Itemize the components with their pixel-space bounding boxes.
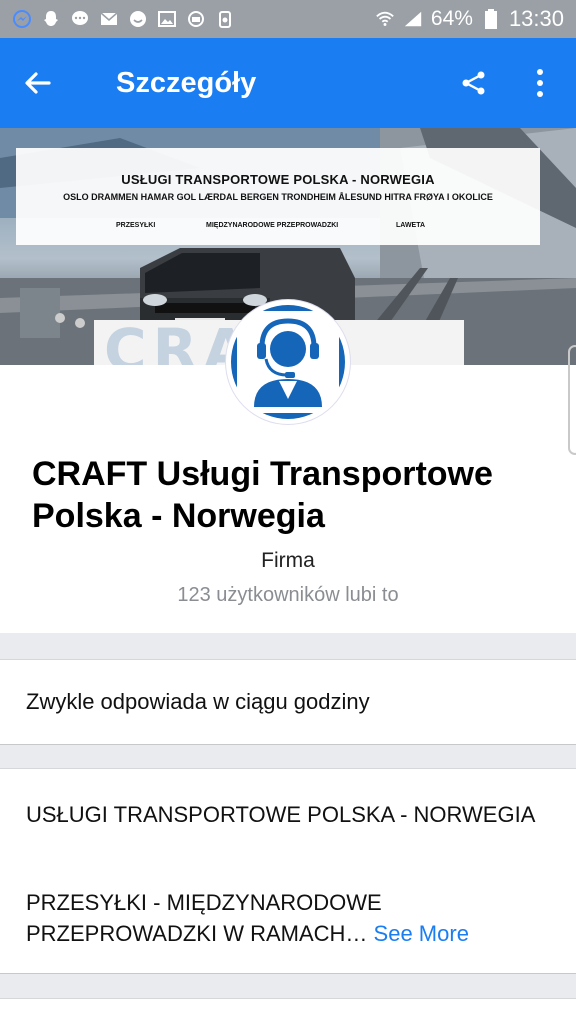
scroll-indicator [568,345,576,455]
profile-avatar[interactable] [226,300,350,424]
banner-cities: OSLO DRAMMEN HAMAR GOL LÆRDAL BERGEN TRO… [63,192,493,202]
android-icon [186,9,206,29]
page-title: Szczegóły [116,66,257,99]
status-bar: 64% 13:30 [0,0,576,38]
banner-services-middle: MIĘDZYNARODOWE PRZEPROWADZKI [206,222,339,229]
banner-services-right: LAWETA [396,222,426,229]
share-button[interactable] [448,38,500,128]
recycle-icon [215,9,235,29]
smiley-icon [128,9,148,29]
response-time-text: Zwykle odpowiada w ciągu godziny [26,689,370,714]
about-text-line2-content: PRZESYŁKI - MIĘDZYNARODOWE PRZEPROWADZKI… [26,890,382,946]
about-text-line2: PRZESYŁKI - MIĘDZYNARODOWE PRZEPROWADZKI… [26,887,566,949]
signal-icon [403,9,423,29]
about-card: USŁUGI TRANSPORTOWE POLSKA - NORWEGIA PR… [0,768,576,974]
support-agent-icon [229,303,347,421]
next-card [0,998,576,1024]
likes-count[interactable]: 123 użytkowników lubi to [0,584,576,607]
back-arrow-icon [25,72,51,94]
battery-percent: 64% [430,7,473,30]
cover-banner: USŁUGI TRANSPORTOWE POLSKA - NORWEGIA OS… [16,148,540,245]
share-icon [462,71,485,95]
banner-services-left: PRZESYŁKI [116,222,156,229]
wifi-icon [375,9,395,29]
response-time-card: Zwykle odpowiada w ciągu godziny [0,659,576,745]
battery-icon [481,9,501,29]
messenger-icon [12,9,32,29]
chat-icon [70,9,90,29]
more-vert-icon [537,69,543,97]
image-icon [157,9,177,29]
see-more-link[interactable]: See More [374,921,469,946]
clock: 13:30 [508,6,564,31]
mail-icon [99,9,119,29]
banner-title: USŁUGI TRANSPORTOWE POLSKA - NORWEGIA [121,172,435,187]
snapchat-icon [41,9,61,29]
app-bar: Szczegóły [0,38,576,128]
more-options-button[interactable] [516,38,564,128]
page-name: CRAFT Usługi Transportowe Polska - Norwe… [32,455,493,535]
page-category: Firma [261,549,315,572]
about-text-line1: USŁUGI TRANSPORTOWE POLSKA - NORWEGIA [26,802,536,827]
back-button[interactable] [0,38,76,128]
